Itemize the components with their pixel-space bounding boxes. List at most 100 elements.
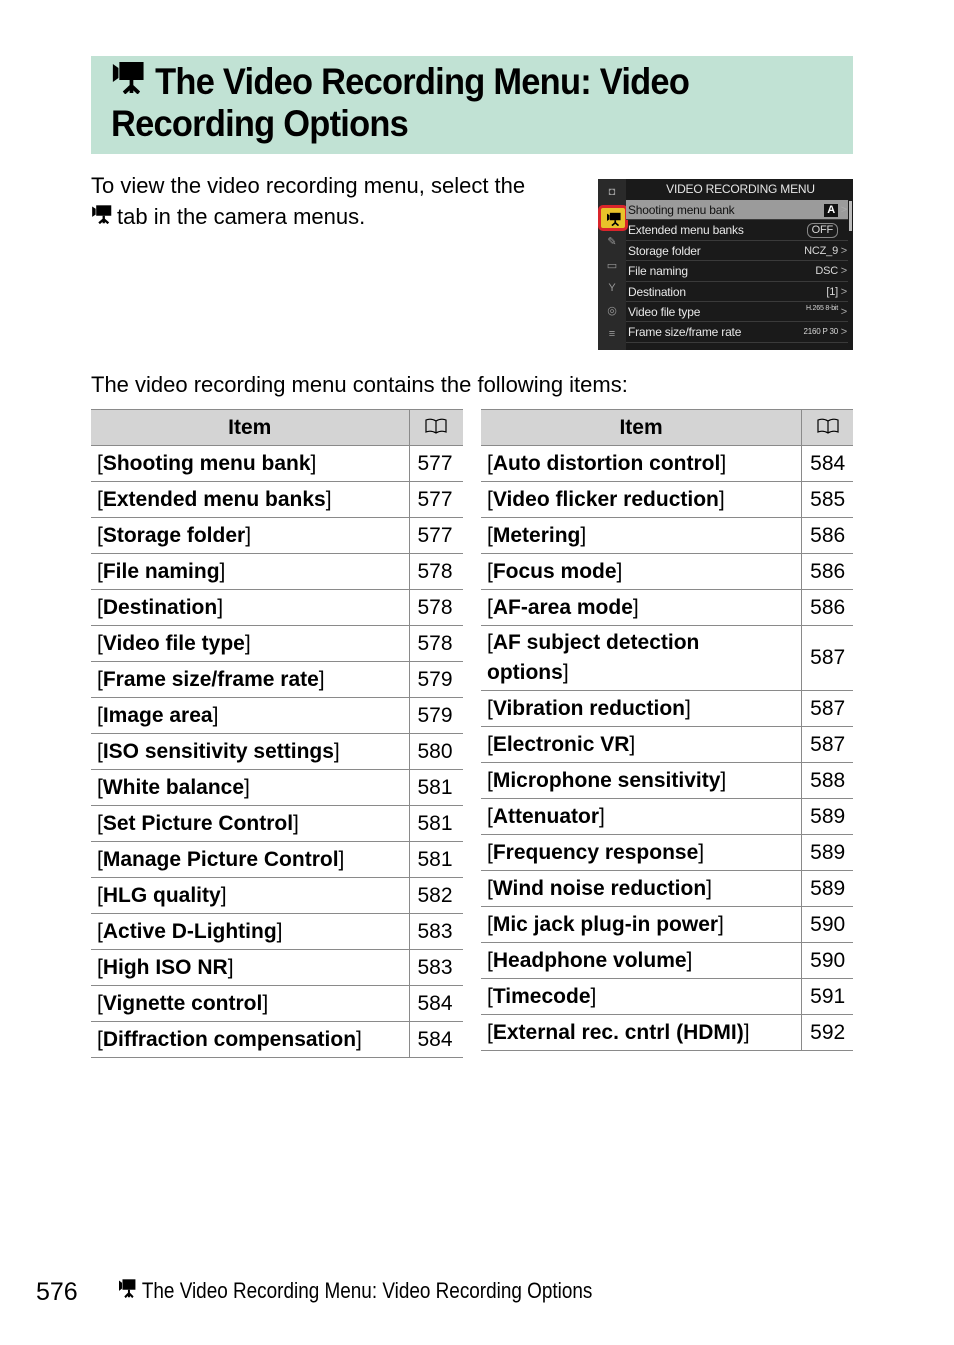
item-name: Microphone sensitivity — [492, 768, 721, 792]
item-name-cell: [File naming] — [91, 553, 410, 590]
row-label: Shooting menu bank — [628, 203, 735, 217]
page-ref-cell: 583 — [409, 913, 463, 950]
item-name-cell: [Metering] — [481, 517, 803, 554]
page-ref-cell: 590 — [801, 906, 853, 943]
table-row: [Metering] 586 — [481, 517, 853, 554]
item-name: Headphone volume — [492, 948, 687, 972]
item-name-cell: [HLG quality] — [91, 877, 410, 914]
table-row: [Shooting menu bank] 577 — [91, 445, 463, 482]
network-icon: ◎ — [607, 305, 617, 317]
page-ref-cell: 586 — [801, 553, 853, 590]
item-name-cell: [Video flicker reduction] — [481, 481, 803, 518]
menu-items-table-left: Item [Shooting menu bank] 577 [Extended me… — [91, 409, 463, 1058]
row-label: Frame size/frame rate — [628, 325, 742, 340]
item-name: Attenuator — [492, 804, 600, 828]
page-ref-cell: 587 — [801, 726, 853, 763]
row-label: Video file type — [628, 304, 701, 319]
page-ref-cell: 587 — [801, 690, 853, 727]
item-name-cell: [Manage Picture Control] — [91, 841, 410, 878]
running-footer-title: The Video Recording Menu: Video Recordin… — [141, 1278, 593, 1303]
item-name-cell: [Frequency response] — [481, 834, 803, 871]
table-row: [Auto distortion control] 584 — [481, 445, 853, 482]
table-row: [Focus mode] 586 — [481, 553, 853, 590]
table-header-row: Item — [481, 409, 853, 446]
table-row: [Storage folder] 577 — [91, 517, 463, 554]
table-row: [Set Picture Control] 581 — [91, 805, 463, 842]
table-row: [Wind noise reduction] 589 — [481, 870, 853, 907]
page-ref-cell: 592 — [801, 1014, 853, 1051]
item-name-cell: [ISO sensitivity settings] — [91, 733, 410, 770]
item-name: AF-area mode — [492, 595, 633, 619]
item-name: High ISO NR — [102, 955, 228, 979]
item-name-cell: [Frame size/frame rate] — [91, 661, 410, 698]
row-value: H.265 8-bit — [805, 304, 838, 312]
table-row: [AF-area mode] 586 — [481, 589, 853, 626]
item-name-cell: [High ISO NR] — [91, 949, 410, 986]
camera-menu-row: Storage folder NCZ_9 > — [626, 241, 848, 262]
item-name: ISO sensitivity settings — [102, 739, 334, 763]
chevron-right-icon: > — [840, 204, 847, 216]
item-name-cell: [AF-area mode] — [481, 589, 803, 626]
page-ref-cell: 577 — [409, 445, 463, 482]
camera-menu-screenshot: ◘ ✎ ▭ Y ◎ ≡ VIDEO RECORDING MENU Shootin… — [598, 179, 853, 350]
row-label: Destination — [628, 284, 686, 299]
item-name-cell: [Active D-Lighting] — [91, 913, 410, 950]
table-header-row: Item — [91, 409, 463, 446]
item-name: Focus mode — [492, 559, 617, 583]
page-ref-cell: 581 — [409, 805, 463, 842]
item-name: Active D-Lighting — [102, 919, 277, 943]
table-row: [Microphone sensitivity] 588 — [481, 762, 853, 799]
my-menu-icon: ≡ — [608, 328, 616, 340]
page-ref-cell: 577 — [409, 517, 463, 554]
item-name-cell: [Auto distortion control] — [481, 445, 803, 482]
page-ref-cell: 588 — [801, 762, 853, 799]
table-row: [High ISO NR] 583 — [91, 949, 463, 986]
page-title: The Video Recording Menu: Video Recordin… — [111, 60, 801, 145]
item-name: Video flicker reduction — [492, 487, 719, 511]
table-row: [ISO sensitivity settings] 580 — [91, 733, 463, 770]
row-value: A — [824, 204, 838, 217]
row-value: [1] — [826, 285, 838, 298]
table-row: [AF subject detection options] 587 — [481, 625, 853, 691]
page-ref-cell: 589 — [801, 798, 853, 835]
item-name-cell: [Shooting menu bank] — [91, 445, 410, 482]
page-ref-cell: 577 — [409, 481, 463, 518]
page-ref-cell: 578 — [409, 589, 463, 626]
item-name-cell: [External rec. cntrl (HDMI)] — [481, 1014, 803, 1051]
item-name: Destination — [102, 595, 218, 619]
item-name: Auto distortion control — [492, 451, 721, 475]
page-title-line1: The Video Recording Menu: Video — [155, 61, 690, 102]
chevron-right-icon: > — [840, 244, 847, 257]
pencil-icon: ✎ — [607, 236, 617, 248]
item-name: Electronic VR — [492, 732, 630, 756]
item-name: Vibration reduction — [492, 696, 685, 720]
item-name-cell: [White balance] — [91, 769, 410, 806]
item-name: Frame size/frame rate — [102, 667, 319, 691]
camera-menu-row: Video file type H.265 8-bit > — [626, 302, 848, 323]
item-name-cell: [Mic jack plug-in power] — [481, 906, 803, 943]
section-title-band: The Video Recording Menu: Video Recordin… — [91, 56, 853, 154]
running-footer: The Video Recording Menu: Video Recordin… — [118, 1278, 592, 1304]
menu-items-table-right: Item [Auto distortion control] 584 [Video … — [481, 409, 853, 1051]
playback-icon: ▭ — [606, 260, 618, 272]
table-row: [External rec. cntrl (HDMI)] 592 — [481, 1014, 853, 1051]
page-ref-cell: 578 — [409, 553, 463, 590]
page-ref-cell: 582 — [409, 877, 463, 914]
table-row: [Vibration reduction] 587 — [481, 690, 853, 727]
row-value: 2160 P 30 — [803, 327, 838, 337]
table-row: [Video flicker reduction] 585 — [481, 481, 853, 518]
table-row: [Frame size/frame rate] 579 — [91, 661, 463, 698]
table-row: [Diffraction compensation] 584 — [91, 1021, 463, 1058]
item-name-cell: [Headphone volume] — [481, 942, 803, 979]
table-row: [White balance] 581 — [91, 769, 463, 806]
column-header-page — [409, 409, 463, 446]
page-ref-cell: 580 — [409, 733, 463, 770]
chevron-right-icon: > — [840, 326, 847, 339]
item-name: File naming — [102, 559, 220, 583]
item-name-cell: [Image area] — [91, 697, 410, 734]
item-name: Shooting menu bank — [102, 451, 311, 475]
page-ref-cell: 585 — [801, 481, 853, 518]
item-name: Mic jack plug-in power — [492, 912, 719, 936]
table-intro-text: The video recording menu contains the fo… — [91, 372, 628, 397]
page-ref-cell: 578 — [409, 625, 463, 662]
